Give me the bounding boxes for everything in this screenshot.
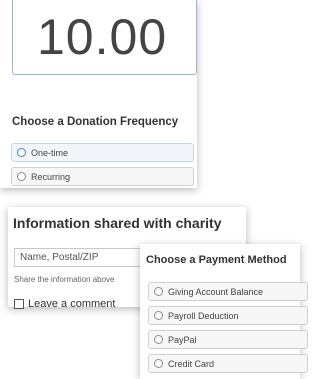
- amount-value: 10.00: [37, 9, 168, 65]
- donation-panel: 10.00 Choose a Donation Frequency One-ti…: [0, 0, 197, 188]
- radio-icon[interactable]: [154, 335, 163, 344]
- option-label: Credit Card: [168, 358, 215, 369]
- radio-icon[interactable]: [17, 148, 26, 157]
- frequency-option-one-time[interactable]: One-time: [11, 143, 194, 162]
- radio-icon[interactable]: [154, 311, 163, 320]
- radio-icon[interactable]: [17, 172, 26, 181]
- payment-option-giving-account-balance[interactable]: Giving Account Balance: [148, 282, 308, 301]
- leave-comment-row[interactable]: Leave a comment: [14, 298, 115, 310]
- option-label: One-time: [31, 147, 69, 158]
- frequency-heading: Choose a Donation Frequency: [12, 116, 179, 128]
- payment-option-paypal[interactable]: PayPal: [148, 330, 308, 349]
- option-label: PayPal: [168, 334, 197, 345]
- option-label: Payroll Deduction: [168, 310, 239, 321]
- leave-comment-label: Leave a comment: [28, 298, 116, 310]
- radio-icon[interactable]: [154, 287, 163, 296]
- payment-heading: Choose a Payment Method: [146, 254, 287, 266]
- payment-option-payroll-deduction[interactable]: Payroll Deduction: [148, 306, 308, 325]
- payment-option-credit-card[interactable]: Credit Card: [148, 354, 308, 373]
- shared-info-value: Name, Postal/ZIP: [20, 252, 99, 263]
- radio-icon[interactable]: [154, 359, 163, 368]
- leave-comment-checkbox[interactable]: [14, 299, 24, 309]
- option-label: Giving Account Balance: [168, 286, 264, 297]
- shared-info-select[interactable]: Name, Postal/ZIP: [14, 248, 149, 267]
- share-info-text: Share the information above: [14, 275, 115, 284]
- frequency-option-recurring[interactable]: Recurring: [11, 167, 194, 186]
- payment-panel: Choose a Payment Method Giving Account B…: [140, 244, 308, 379]
- amount-input[interactable]: 10.00: [12, 0, 197, 75]
- option-label: Recurring: [31, 171, 71, 182]
- info-heading: Information shared with charity: [13, 215, 222, 231]
